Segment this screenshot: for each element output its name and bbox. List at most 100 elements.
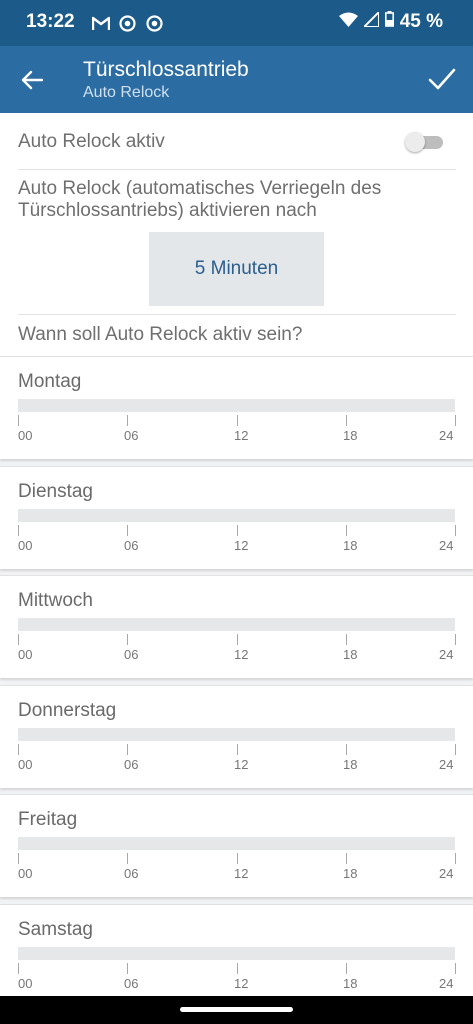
hour-tick-label: 00 xyxy=(18,866,33,881)
page-subtitle: Auto Relock xyxy=(83,84,170,101)
hour-tick-label: 18 xyxy=(343,757,358,772)
back-button[interactable] xyxy=(16,64,48,96)
hour-tick-label: 18 xyxy=(343,428,358,443)
hour-tick xyxy=(127,525,128,536)
auto-relock-description: Auto Relock (automatisches Verriegeln de… xyxy=(18,178,382,221)
hour-tick-label: 06 xyxy=(124,976,139,991)
divider xyxy=(18,169,456,170)
hour-tick xyxy=(18,415,19,426)
hour-tick xyxy=(237,525,238,536)
hour-tick-label: 24 xyxy=(439,647,454,662)
hour-tick xyxy=(346,963,347,974)
hour-tick-label: 12 xyxy=(234,538,249,553)
hour-tick xyxy=(127,963,128,974)
hour-tick xyxy=(455,634,456,645)
schedule-question-row: Wann soll Auto Relock aktiv sein? xyxy=(0,315,473,356)
schedule-question: Wann soll Auto Relock aktiv sein? xyxy=(18,324,303,345)
hour-tick-label: 06 xyxy=(124,538,139,553)
chrome-icon xyxy=(145,14,163,32)
status-time: 13:22 xyxy=(26,11,75,32)
toggle-thumb xyxy=(405,132,425,152)
hour-tick xyxy=(346,415,347,426)
hour-tick xyxy=(346,634,347,645)
hour-tick-label: 00 xyxy=(18,647,33,662)
auto-relock-toggle[interactable] xyxy=(405,132,443,152)
hour-tick xyxy=(18,853,19,864)
hour-tick-label: 12 xyxy=(234,976,249,991)
hour-tick xyxy=(455,853,456,864)
day-schedule-card[interactable]: Montag 00 06 12 18 24 xyxy=(0,356,473,459)
hour-tick-label: 12 xyxy=(234,647,249,662)
checkmark-icon xyxy=(428,68,456,90)
day-name: Freitag xyxy=(18,809,78,830)
navigation-bar xyxy=(0,996,473,1024)
day-time-range-bar[interactable] xyxy=(18,509,455,522)
day-schedule-card[interactable]: Mittwoch 00 06 12 18 24 xyxy=(0,575,473,678)
hour-tick-label: 18 xyxy=(343,866,358,881)
day-name: Dienstag xyxy=(18,481,93,502)
hour-tick xyxy=(127,415,128,426)
day-schedule-card[interactable]: Freitag 00 06 12 18 24 xyxy=(0,794,473,897)
hour-tick-label: 24 xyxy=(439,428,454,443)
hour-tick xyxy=(237,634,238,645)
day-time-range-bar[interactable] xyxy=(18,947,455,960)
hour-tick xyxy=(127,634,128,645)
hour-tick-label: 18 xyxy=(343,538,358,553)
page-title: Türschlossantrieb xyxy=(83,58,249,81)
hour-tick xyxy=(18,963,19,974)
hour-tick xyxy=(127,744,128,755)
signal-icon xyxy=(361,9,380,33)
hour-tick-label: 24 xyxy=(439,757,454,772)
hour-tick xyxy=(346,853,347,864)
hour-tick xyxy=(455,744,456,755)
hour-tick-label: 24 xyxy=(439,538,454,553)
day-schedule-card[interactable]: Donnerstag 00 06 12 18 24 xyxy=(0,685,473,788)
hour-tick xyxy=(237,853,238,864)
gmail-icon xyxy=(92,14,110,32)
hour-tick xyxy=(455,415,456,426)
hour-tick-label: 06 xyxy=(124,647,139,662)
app-bar: Türschlossantrieb Auto Relock xyxy=(0,46,473,113)
home-gesture-handle[interactable] xyxy=(180,1007,293,1012)
battery-icon xyxy=(384,11,394,33)
hour-tick-label: 24 xyxy=(439,866,454,881)
hour-tick xyxy=(18,634,19,645)
hour-tick xyxy=(127,853,128,864)
hour-tick-label: 12 xyxy=(234,428,249,443)
hour-tick-label: 24 xyxy=(439,976,454,991)
hour-tick-label: 00 xyxy=(18,757,33,772)
hour-tick xyxy=(18,525,19,536)
hour-tick-label: 12 xyxy=(234,757,249,772)
hour-tick-label: 00 xyxy=(18,428,33,443)
confirm-button[interactable] xyxy=(425,62,459,96)
day-name: Mittwoch xyxy=(18,590,93,611)
day-time-range-bar[interactable] xyxy=(18,728,455,741)
chrome-icon xyxy=(118,14,136,32)
hour-tick-label: 06 xyxy=(124,428,139,443)
hour-tick xyxy=(237,415,238,426)
arrow-left-icon xyxy=(21,70,43,90)
hour-tick-label: 00 xyxy=(18,976,33,991)
wifi-icon xyxy=(338,11,358,33)
hour-tick-label: 06 xyxy=(124,757,139,772)
hour-tick xyxy=(455,963,456,974)
hour-tick xyxy=(237,963,238,974)
hour-tick-label: 12 xyxy=(234,866,249,881)
hour-tick-label: 00 xyxy=(18,538,33,553)
day-schedule-card[interactable]: Dienstag 00 06 12 18 24 xyxy=(0,466,473,569)
hour-tick-label: 18 xyxy=(343,976,358,991)
hour-tick xyxy=(455,525,456,536)
relock-duration-button[interactable]: 5 Minuten xyxy=(149,232,324,306)
day-time-range-bar[interactable] xyxy=(18,399,455,412)
day-schedule-card[interactable]: Samstag 00 06 12 18 24 xyxy=(0,904,473,1007)
day-name: Samstag xyxy=(18,919,93,940)
day-name: Montag xyxy=(18,371,82,392)
hour-tick xyxy=(237,744,238,755)
auto-relock-label: Auto Relock aktiv xyxy=(18,131,165,152)
day-name: Donnerstag xyxy=(18,700,117,721)
hour-tick-label: 18 xyxy=(343,647,358,662)
status-bar: 13:22 45 % xyxy=(0,0,473,46)
day-time-range-bar[interactable] xyxy=(18,618,455,631)
day-time-range-bar[interactable] xyxy=(18,837,455,850)
hour-tick xyxy=(346,744,347,755)
